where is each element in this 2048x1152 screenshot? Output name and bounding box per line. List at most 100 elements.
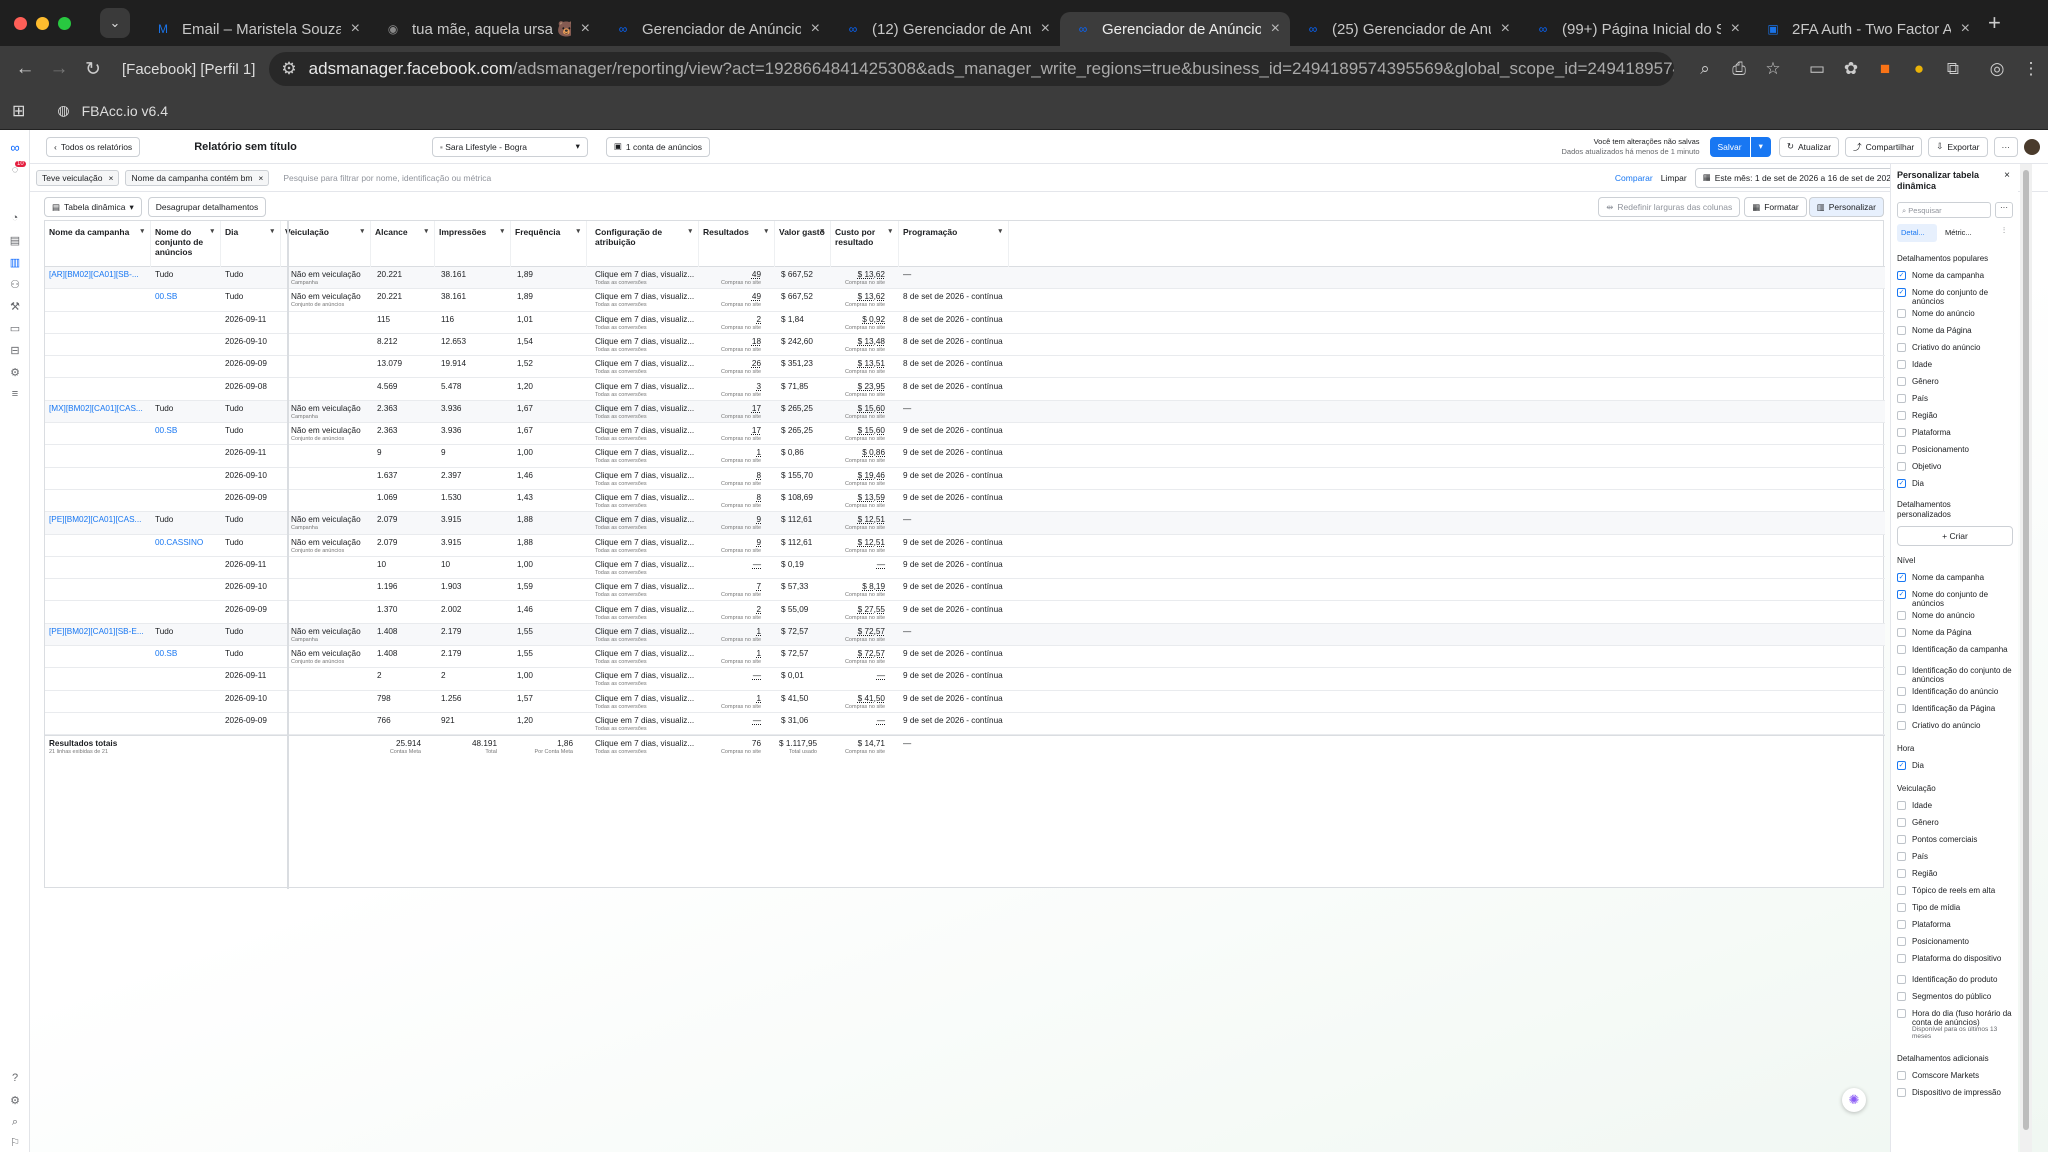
events-icon[interactable]: ⊟ [0,344,30,357]
panel-more-button[interactable]: ··· [1995,202,2013,218]
breakdown-option[interactable]: Nome do anúncio [1897,611,2013,620]
checkbox[interactable] [1897,954,1906,963]
breakdown-option[interactable]: Identificação do produto [1897,975,2013,984]
browser-tab[interactable]: ∞ Gerenciador de Anúncios × [600,12,830,46]
breakdown-option[interactable]: Tipo de mídia [1897,903,2013,912]
breakdown-option[interactable]: Dispositivo de impressão [1897,1088,2013,1097]
column-header[interactable]: Nome do conjunto de anúncios ▾ [151,221,221,267]
browser-tab[interactable]: ∞ Gerenciador de Anúncios × [1060,12,1290,46]
cell-value[interactable]: 00.SB [155,292,177,301]
browser-tab[interactable]: ∞ (25) Gerenciador de Anú × [1290,12,1520,46]
checkbox[interactable] [1897,1009,1906,1018]
tab-close-icon[interactable]: × [581,20,590,38]
breakdown-option[interactable]: Criativo do anúncio [1897,721,2013,730]
back-arrow-icon[interactable]: ← [8,58,42,80]
date-range-picker[interactable]: ▦ Este mês: 1 de set de 2026 a 16 de set … [1694,167,1912,188]
breakdown-option[interactable]: ✓ Nome da campanha [1897,271,2013,280]
column-header[interactable]: Resultados ▾ [699,221,775,267]
save-button[interactable]: Salvar [1709,136,1750,157]
sort-caret-icon[interactable]: ▾ [998,227,1002,237]
tab-close-icon[interactable]: × [1731,20,1740,38]
checkbox[interactable] [1897,886,1906,895]
tab-close-icon[interactable]: × [1041,20,1050,38]
cell-value[interactable]: [PE][BM02][CA01][SB-E... [49,627,144,636]
column-header[interactable]: Impressões ▾ [435,221,511,267]
sort-caret-icon[interactable]: ▾ [688,227,692,237]
notifications-icon[interactable]: ◌ 10 [0,161,30,176]
breakdown-option[interactable]: País [1897,852,2013,861]
checkbox[interactable] [1897,937,1906,946]
checkbox[interactable] [1897,377,1906,386]
sort-caret-icon[interactable]: ▾ [270,227,274,237]
reports-icon[interactable]: ▥ [0,256,30,269]
browser-tab[interactable]: ∞ (99+) Página Inicial do Su × [1520,12,1750,46]
panel-section-header[interactable]: Nível [1897,556,2013,565]
checkbox[interactable] [1897,411,1906,420]
checkbox[interactable] [1897,428,1906,437]
column-header[interactable]: Custo por resultado ▾ [831,221,899,267]
settings-gear-icon[interactable]: ⚙ [0,1094,30,1107]
checkbox[interactable] [1897,462,1906,471]
checkbox[interactable] [1897,645,1906,654]
compare-link[interactable]: Comparar [1615,173,1653,183]
ad-accounts-count-button[interactable]: ▣ 1 conta de anúncios [605,136,710,157]
breakdown-option[interactable]: Plataforma [1897,428,2013,437]
bookmark-star-icon[interactable]: ☆ [1756,59,1790,79]
customize-button[interactable]: ▥ Personalizar [1808,197,1884,217]
bookmark-fbacc[interactable]: FBAcc.io v6.4 [82,103,168,119]
column-header[interactable]: Nome da campanha ▾ [45,221,151,267]
profile-label[interactable]: [Facebook] [Perfil 1] [122,61,255,78]
breakdown-option[interactable]: Nome da Página [1897,628,2013,637]
format-button[interactable]: ▦ Formatar [1744,197,1807,217]
checkbox[interactable] [1897,628,1906,637]
tab-close-icon[interactable]: × [1271,20,1280,38]
more-options-button[interactable]: ··· [1993,136,2018,157]
panel-search-input[interactable]: ⌕ Pesquisar [1897,202,1991,218]
tab-search-chevron-icon[interactable]: ⌄ [100,8,130,38]
breakdown-option[interactable]: Identificação do anúncio [1897,687,2013,696]
checkbox[interactable] [1897,992,1906,1001]
panel-section-header[interactable]: Hora [1897,744,2013,753]
checkbox[interactable]: ✓ [1897,590,1906,599]
column-header[interactable]: Frequência ▾ [511,221,587,267]
filter-chip[interactable]: Teve veiculação × [36,169,120,186]
browser-tab[interactable]: ▣ 2FA Auth - Two Factor Au × [1750,12,1980,46]
share-button[interactable]: ⤴ Compartilhar [1845,136,1923,157]
checkbox[interactable] [1897,666,1906,675]
extensions-puzzle-icon[interactable]: ⧉ [1936,59,1970,79]
breakdown-option[interactable]: País [1897,394,2013,403]
assistant-sparkle-icon[interactable]: ✺ [1842,1088,1866,1112]
ungroup-breakdowns-button[interactable]: Desagrupar detalhamentos [147,197,267,217]
checkbox[interactable] [1897,687,1906,696]
extension-icon[interactable]: ✿ [1834,59,1868,79]
breakdown-option[interactable]: Hora do dia (fuso horário da conta de an… [1897,1009,2013,1027]
sort-caret-icon[interactable]: ▾ [500,227,504,237]
checkbox[interactable]: ✓ [1897,288,1906,297]
remove-chip-icon[interactable]: × [108,173,113,183]
account-selector[interactable]: ▪ Sara Lifestyle - Bogra ▾ [431,136,588,157]
breakdown-option[interactable]: ✓ Dia [1897,761,2013,770]
checkbox[interactable] [1897,835,1906,844]
cell-value[interactable]: 00.SB [155,649,177,658]
reload-icon[interactable]: ↻ [76,58,110,81]
tab-close-icon[interactable]: × [811,20,820,38]
column-header[interactable]: Programação ▾ [899,221,1009,267]
checkbox[interactable] [1897,704,1906,713]
tab-metrics[interactable]: Métric... [1945,228,1972,237]
cell-value[interactable]: [PE][BM02][CA01][CAS... [49,515,141,524]
tab-close-icon[interactable]: × [351,20,360,38]
panel-scrollbar-thumb[interactable] [2023,170,2029,1130]
checkbox[interactable] [1897,309,1906,318]
zoom-icon[interactable]: ⌕ [1688,59,1722,79]
breakdown-option[interactable]: Nome da Página [1897,326,2013,335]
column-header[interactable]: Alcance ▾ [371,221,435,267]
site-info-icon[interactable]: ⚙ [281,59,296,79]
column-header[interactable]: Dia ▾ [221,221,281,267]
sort-caret-icon[interactable]: ▾ [820,227,824,237]
breakdown-option[interactable]: Comscore Markets [1897,1071,2013,1080]
feedback-icon[interactable]: ⚐ [0,1136,30,1149]
checkbox[interactable] [1897,611,1906,620]
refresh-button[interactable]: ↻ Atualizar [1778,136,1840,157]
checkbox[interactable] [1897,903,1906,912]
breakdown-option[interactable]: Região [1897,411,2013,420]
